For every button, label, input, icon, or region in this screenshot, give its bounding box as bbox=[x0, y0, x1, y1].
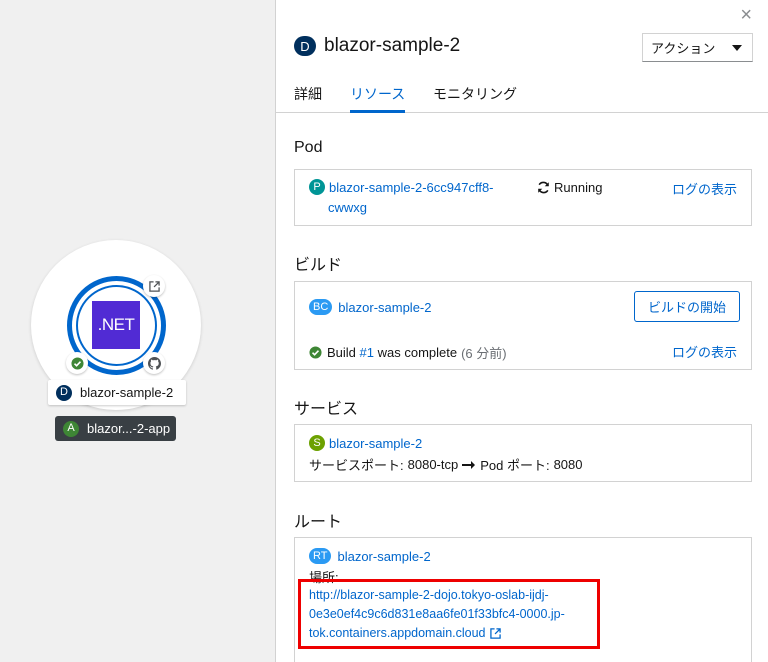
service-badge: S bbox=[309, 435, 325, 451]
route-section-title: ルート bbox=[294, 514, 343, 531]
application-badge: A bbox=[63, 420, 79, 437]
tab-details[interactable]: 詳細 bbox=[294, 84, 322, 113]
page-title: blazor-sample-2 bbox=[324, 35, 461, 56]
long-arrow-right-icon bbox=[462, 460, 476, 469]
panel-header: D blazor-sample-2 bbox=[294, 35, 460, 57]
service-section-title: サービス bbox=[294, 401, 359, 418]
route-link[interactable]: blazor-sample-2 bbox=[337, 549, 430, 564]
open-url-icon[interactable] bbox=[143, 275, 165, 297]
pod-card: P blazor-sample-2-6cc947cff8- cwwxg Runn… bbox=[294, 169, 752, 226]
build-age: (6 分前) bbox=[461, 346, 507, 361]
caret-down-icon bbox=[732, 44, 742, 51]
pod-status-text: Running bbox=[554, 180, 603, 195]
topology-canvas[interactable]: .NET D blazor-sample-2 A blazor...-2-app bbox=[0, 0, 275, 662]
build-status: Build #1 was complete (6 分前) bbox=[309, 343, 507, 362]
build-config-link[interactable]: blazor-sample-2 bbox=[338, 300, 431, 315]
pod-item: P blazor-sample-2-6cc947cff8- bbox=[309, 179, 494, 195]
highlight-box bbox=[298, 579, 600, 649]
service-item: S blazor-sample-2 bbox=[309, 435, 422, 451]
build-number-link[interactable]: #1 bbox=[360, 345, 374, 360]
application-group-label[interactable]: A blazor...-2-app bbox=[55, 416, 176, 441]
service-card: S blazor-sample-2 サービスポート: 8080-tcp Pod … bbox=[294, 424, 752, 482]
side-panel: × D blazor-sample-2 アクション 詳細 リソース モニタリング… bbox=[275, 0, 768, 662]
service-port-value: 8080-tcp bbox=[407, 457, 459, 472]
actions-dropdown[interactable]: アクション bbox=[642, 33, 753, 62]
check-circle-icon bbox=[309, 346, 322, 359]
dotnet-logo-icon: .NET bbox=[92, 301, 140, 349]
service-link[interactable]: blazor-sample-2 bbox=[329, 436, 422, 451]
service-port-label: サービスポート: bbox=[309, 458, 404, 473]
workload-node-label[interactable]: D blazor-sample-2 bbox=[48, 380, 186, 405]
close-panel-button[interactable]: × bbox=[740, 4, 752, 27]
build-config-badge: BC bbox=[309, 299, 333, 315]
pod-status: Running bbox=[537, 180, 602, 195]
pod-section-title: Pod bbox=[294, 139, 323, 156]
start-build-button[interactable]: ビルドの開始 bbox=[634, 291, 740, 322]
tab-monitoring[interactable]: モニタリング bbox=[433, 84, 517, 113]
tab-bar: 詳細 リソース モニタリング bbox=[276, 80, 768, 113]
pod-name-link[interactable]: blazor-sample-2-6cc947cff8- bbox=[329, 180, 494, 195]
service-ports: サービスポート: 8080-tcp Pod ポート: 8080 bbox=[309, 455, 583, 474]
pod-port-label: Pod ポート: bbox=[480, 458, 550, 473]
build-status-suffix: was complete bbox=[374, 345, 458, 360]
workload-node-name: blazor-sample-2 bbox=[80, 385, 174, 400]
build-card: BC blazor-sample-2 ビルドの開始 Build #1 was c… bbox=[294, 281, 752, 370]
application-name: blazor...-2-app bbox=[87, 421, 171, 436]
build-config-item: BC blazor-sample-2 bbox=[309, 299, 431, 315]
actions-dropdown-label: アクション bbox=[651, 41, 716, 56]
tab-resources[interactable]: リソース bbox=[350, 84, 406, 113]
build-success-icon[interactable] bbox=[66, 352, 88, 374]
deployment-badge: D bbox=[56, 384, 72, 401]
build-status-prefix: Build bbox=[327, 345, 360, 360]
pod-view-logs-link[interactable]: ログの表示 bbox=[672, 179, 737, 198]
route-badge: RT bbox=[309, 548, 332, 564]
pod-name-link-cont[interactable]: cwwxg bbox=[328, 200, 367, 215]
pod-port-value: 8080 bbox=[553, 457, 583, 472]
build-view-logs-link[interactable]: ログの表示 bbox=[672, 342, 737, 361]
route-item: RT blazor-sample-2 bbox=[309, 548, 431, 564]
github-icon[interactable] bbox=[143, 352, 165, 374]
pod-badge: P bbox=[309, 179, 325, 195]
deployment-badge: D bbox=[294, 36, 316, 56]
build-section-title: ビルド bbox=[294, 257, 343, 274]
sync-icon bbox=[538, 181, 549, 194]
